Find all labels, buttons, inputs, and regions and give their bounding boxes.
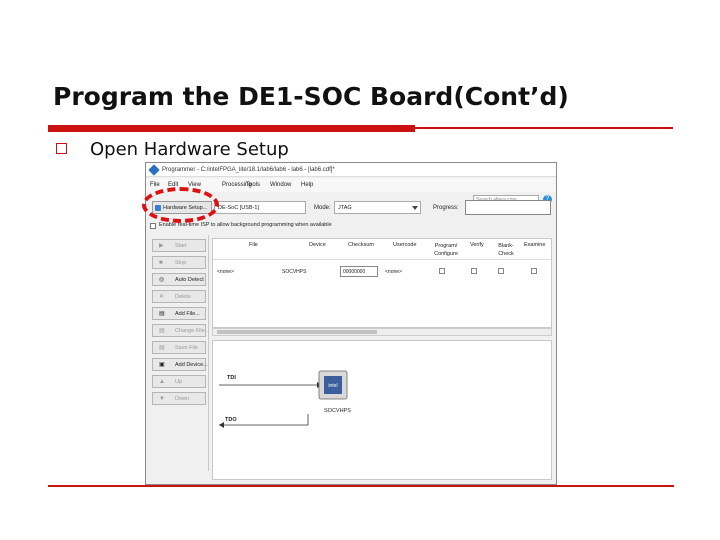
window-title: Programmer - C:/intelFPGA_lite/18.1/lab6… [162, 167, 335, 173]
table-header-divider [213, 259, 551, 260]
sidebar-button-label: Start [175, 243, 187, 249]
jtag-chain-panel: intel TDI TDO SOCVHPS [212, 340, 552, 480]
bottom-rule [48, 485, 674, 487]
menu-file[interactable]: File [150, 182, 160, 188]
mode-label: Mode: [314, 205, 331, 211]
title-underline-bar [48, 125, 415, 132]
program-checkbox[interactable] [439, 268, 445, 274]
table-header-usercode: Usercode [393, 242, 417, 248]
sidebar-button-label: Save File [175, 345, 198, 351]
start-button[interactable]: ▶ Start [152, 239, 206, 252]
bullet-text: Open Hardware Setup [90, 139, 289, 160]
up-icon: ▲ [159, 379, 165, 385]
menu-window[interactable]: Window [270, 182, 291, 188]
menu-bar: File Edit View Processing Tools Window H… [146, 178, 556, 205]
delete-icon: ✕ [159, 294, 165, 300]
slide-title: Program the DE1-SOC Board(Cont’d) [53, 82, 569, 111]
save-file-icon: ▤ [159, 345, 165, 351]
cell-device: SOCVHPS [282, 269, 307, 275]
mode-value: JTAG [338, 205, 352, 211]
change-file-button[interactable]: ▤ Change File... [152, 324, 210, 337]
cell-checksum: 00000000 [340, 266, 378, 277]
highlight-ring [142, 187, 219, 223]
cell-usercode: <none> [385, 269, 402, 275]
programmer-app-icon [148, 164, 160, 176]
add-file-button[interactable]: ▤ Add File... [152, 307, 206, 320]
chevron-down-icon [412, 206, 418, 210]
progress-bar [465, 200, 551, 215]
menu-help[interactable]: Help [301, 182, 313, 188]
verify-checkbox[interactable] [471, 268, 477, 274]
device-table: File Device Checksum Usercode Program/ C… [212, 238, 552, 328]
save-file-button[interactable]: ▤ Save File [152, 341, 206, 354]
auto-detect-button[interactable]: ◎ Auto Detect [152, 273, 206, 286]
tdi-label: TDI [227, 375, 236, 381]
title-underline-thin [415, 127, 673, 129]
menu-tools[interactable]: Tools [246, 182, 260, 188]
down-button[interactable]: ▼ Down [152, 392, 206, 405]
sidebar-button-label: Down [175, 396, 190, 402]
table-header-program: Program/ Configure [434, 243, 458, 257]
table-header-verify: Verify [470, 242, 484, 248]
auto-detect-icon: ◎ [159, 277, 165, 283]
jtag-chain-diagram: intel [219, 370, 348, 428]
sidebar-button-label: Add File... [175, 311, 200, 317]
tdo-arrow-icon [219, 422, 224, 428]
up-button[interactable]: ▲ Up [152, 375, 206, 388]
table-header-checksum: Checksum [348, 242, 374, 248]
cell-file: <none> [217, 269, 234, 275]
stop-icon: ■ [159, 260, 163, 266]
scrollbar-thumb[interactable] [217, 330, 377, 334]
chip-logo-text: intel [328, 383, 337, 389]
programmer-sidebar: ▶ Start ■ Stop ◎ Auto Detect ✕ Delete ▤ Add File.… [149, 235, 209, 471]
table-header-blank-check: Blank- Check [498, 243, 514, 257]
progress-label: Progress: [433, 205, 459, 211]
sidebar-button-label: Change File... [175, 328, 210, 334]
stop-button[interactable]: ■ Stop [152, 256, 206, 269]
blank-check-checkbox[interactable] [498, 268, 504, 274]
add-file-icon: ▤ [159, 311, 165, 317]
table-header-device: Device [309, 242, 326, 248]
add-device-button[interactable]: ▣ Add Device... [152, 358, 208, 371]
delete-button[interactable]: ✕ Delete [152, 290, 206, 303]
background-programming-label: Enable real-time ISP to allow background… [159, 222, 332, 228]
change-file-icon: ▤ [159, 328, 165, 334]
device-label: SOCVHPS [324, 408, 351, 414]
window-titlebar: Programmer - C:/intelFPGA_lite/18.1/lab6… [146, 163, 556, 177]
background-programming-checkbox[interactable] [150, 223, 156, 229]
examine-checkbox[interactable] [531, 268, 537, 274]
sidebar-button-label: Delete [175, 294, 191, 300]
table-header-file: File [249, 242, 258, 248]
hardware-field: DE-SoC [USB-1] [214, 201, 306, 214]
sidebar-button-label: Up [175, 379, 183, 385]
mode-select[interactable]: JTAG [334, 201, 421, 214]
sidebar-button-label: Auto Detect [175, 277, 204, 283]
table-horizontal-scrollbar[interactable] [212, 328, 552, 336]
bullet-square-icon [56, 143, 67, 154]
tdo-label: TDO [225, 417, 237, 423]
start-icon: ▶ [159, 243, 164, 249]
table-header-examine: Examine [524, 242, 546, 248]
down-icon: ▼ [159, 396, 165, 402]
sidebar-button-label: Stop [175, 260, 187, 266]
add-device-icon: ▣ [159, 362, 165, 368]
sidebar-button-label: Add Device... [175, 362, 208, 368]
